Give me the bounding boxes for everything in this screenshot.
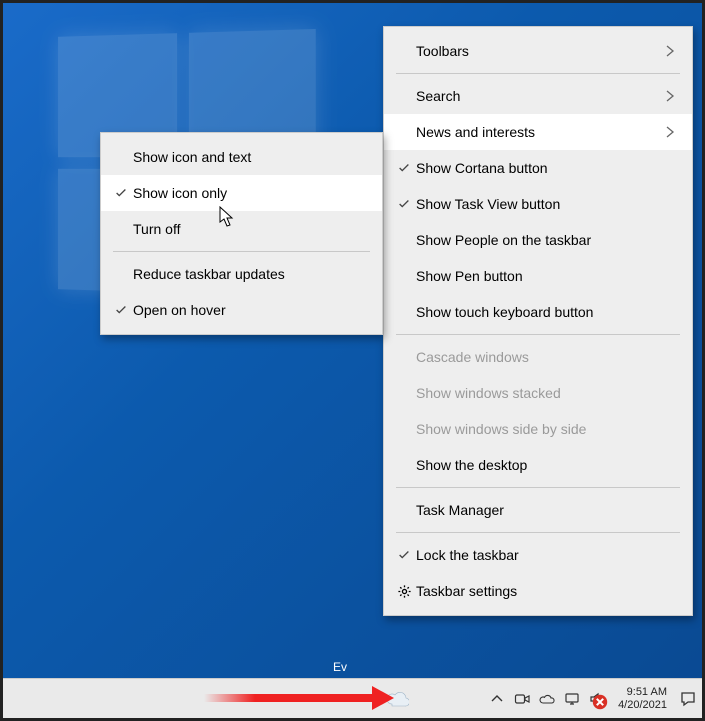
menu-label: Show icon only	[133, 185, 368, 201]
menu-label: Toolbars	[416, 43, 662, 59]
taskbar-clock[interactable]: 9:51 AM 4/20/2021	[614, 686, 671, 712]
submenu-reduce-updates[interactable]: Reduce taskbar updates	[101, 256, 382, 292]
menu-stacked: Show windows stacked	[384, 375, 692, 411]
menu-label: Show Task View button	[416, 196, 678, 212]
clock-time: 9:51 AM	[627, 686, 667, 699]
submenu-turn-off[interactable]: Turn off	[101, 211, 382, 247]
onedrive-icon[interactable]	[539, 691, 555, 707]
gear-icon	[392, 584, 416, 599]
menu-label: Show Pen button	[416, 268, 678, 284]
menu-label: News and interests	[416, 124, 662, 140]
menu-lock-taskbar[interactable]: Lock the taskbar	[384, 537, 692, 573]
menu-touch-keyboard[interactable]: Show touch keyboard button	[384, 294, 692, 330]
chevron-right-icon	[662, 124, 678, 140]
annotation-arrow	[204, 691, 394, 705]
chevron-right-icon	[662, 43, 678, 59]
watermark-text: Ev	[333, 660, 347, 674]
menu-toolbars[interactable]: Toolbars	[384, 33, 692, 69]
menu-search[interactable]: Search	[384, 78, 692, 114]
menu-separator	[396, 334, 680, 335]
menu-label: Lock the taskbar	[416, 547, 678, 563]
menu-label: Reduce taskbar updates	[133, 266, 368, 282]
menu-people[interactable]: Show People on the taskbar	[384, 222, 692, 258]
check-icon	[109, 186, 133, 200]
menu-separator	[396, 73, 680, 74]
menu-cortana[interactable]: Show Cortana button	[384, 150, 692, 186]
submenu-icon-text[interactable]: Show icon and text	[101, 139, 382, 175]
clock-date: 4/20/2021	[618, 699, 667, 712]
menu-separator	[396, 487, 680, 488]
menu-label: Taskbar settings	[416, 583, 678, 599]
taskbar-context-menu: Toolbars Search News and interests Show …	[383, 26, 693, 616]
menu-pen[interactable]: Show Pen button	[384, 258, 692, 294]
menu-separator	[396, 532, 680, 533]
check-icon	[109, 303, 133, 317]
menu-cascade: Cascade windows	[384, 339, 692, 375]
chevron-right-icon	[662, 88, 678, 104]
action-center-icon[interactable]	[680, 691, 696, 707]
network-icon[interactable]	[564, 691, 580, 707]
tray-chevron-icon[interactable]	[489, 691, 505, 707]
menu-label: Task Manager	[416, 502, 678, 518]
menu-label: Open on hover	[133, 302, 368, 318]
menu-label: Show People on the taskbar	[416, 232, 678, 248]
menu-label: Show windows stacked	[416, 385, 678, 401]
menu-label: Show touch keyboard button	[416, 304, 678, 320]
menu-label: Show windows side by side	[416, 421, 678, 437]
check-icon	[392, 161, 416, 175]
menu-separator	[113, 251, 370, 252]
menu-label: Show icon and text	[133, 149, 368, 165]
meet-now-icon[interactable]	[514, 691, 530, 707]
menu-label: Show the desktop	[416, 457, 678, 473]
menu-news-interests[interactable]: News and interests	[384, 114, 692, 150]
menu-label: Cascade windows	[416, 349, 678, 365]
menu-taskbar-settings[interactable]: Taskbar settings	[384, 573, 692, 609]
menu-task-manager[interactable]: Task Manager	[384, 492, 692, 528]
system-tray: 9:51 AM 4/20/2021	[489, 679, 696, 718]
cursor-icon	[219, 206, 235, 228]
submenu-open-on-hover[interactable]: Open on hover	[101, 292, 382, 328]
menu-sidebyside: Show windows side by side	[384, 411, 692, 447]
menu-label: Search	[416, 88, 662, 104]
submenu-icon-only[interactable]: Show icon only	[101, 175, 382, 211]
check-icon	[392, 197, 416, 211]
menu-show-desktop[interactable]: Show the desktop	[384, 447, 692, 483]
volume-icon[interactable]	[589, 691, 605, 707]
news-interests-submenu: Show icon and text Show icon only Turn o…	[100, 132, 383, 335]
check-icon	[392, 548, 416, 562]
menu-taskview[interactable]: Show Task View button	[384, 186, 692, 222]
menu-label: Show Cortana button	[416, 160, 678, 176]
menu-label: Turn off	[133, 221, 368, 237]
